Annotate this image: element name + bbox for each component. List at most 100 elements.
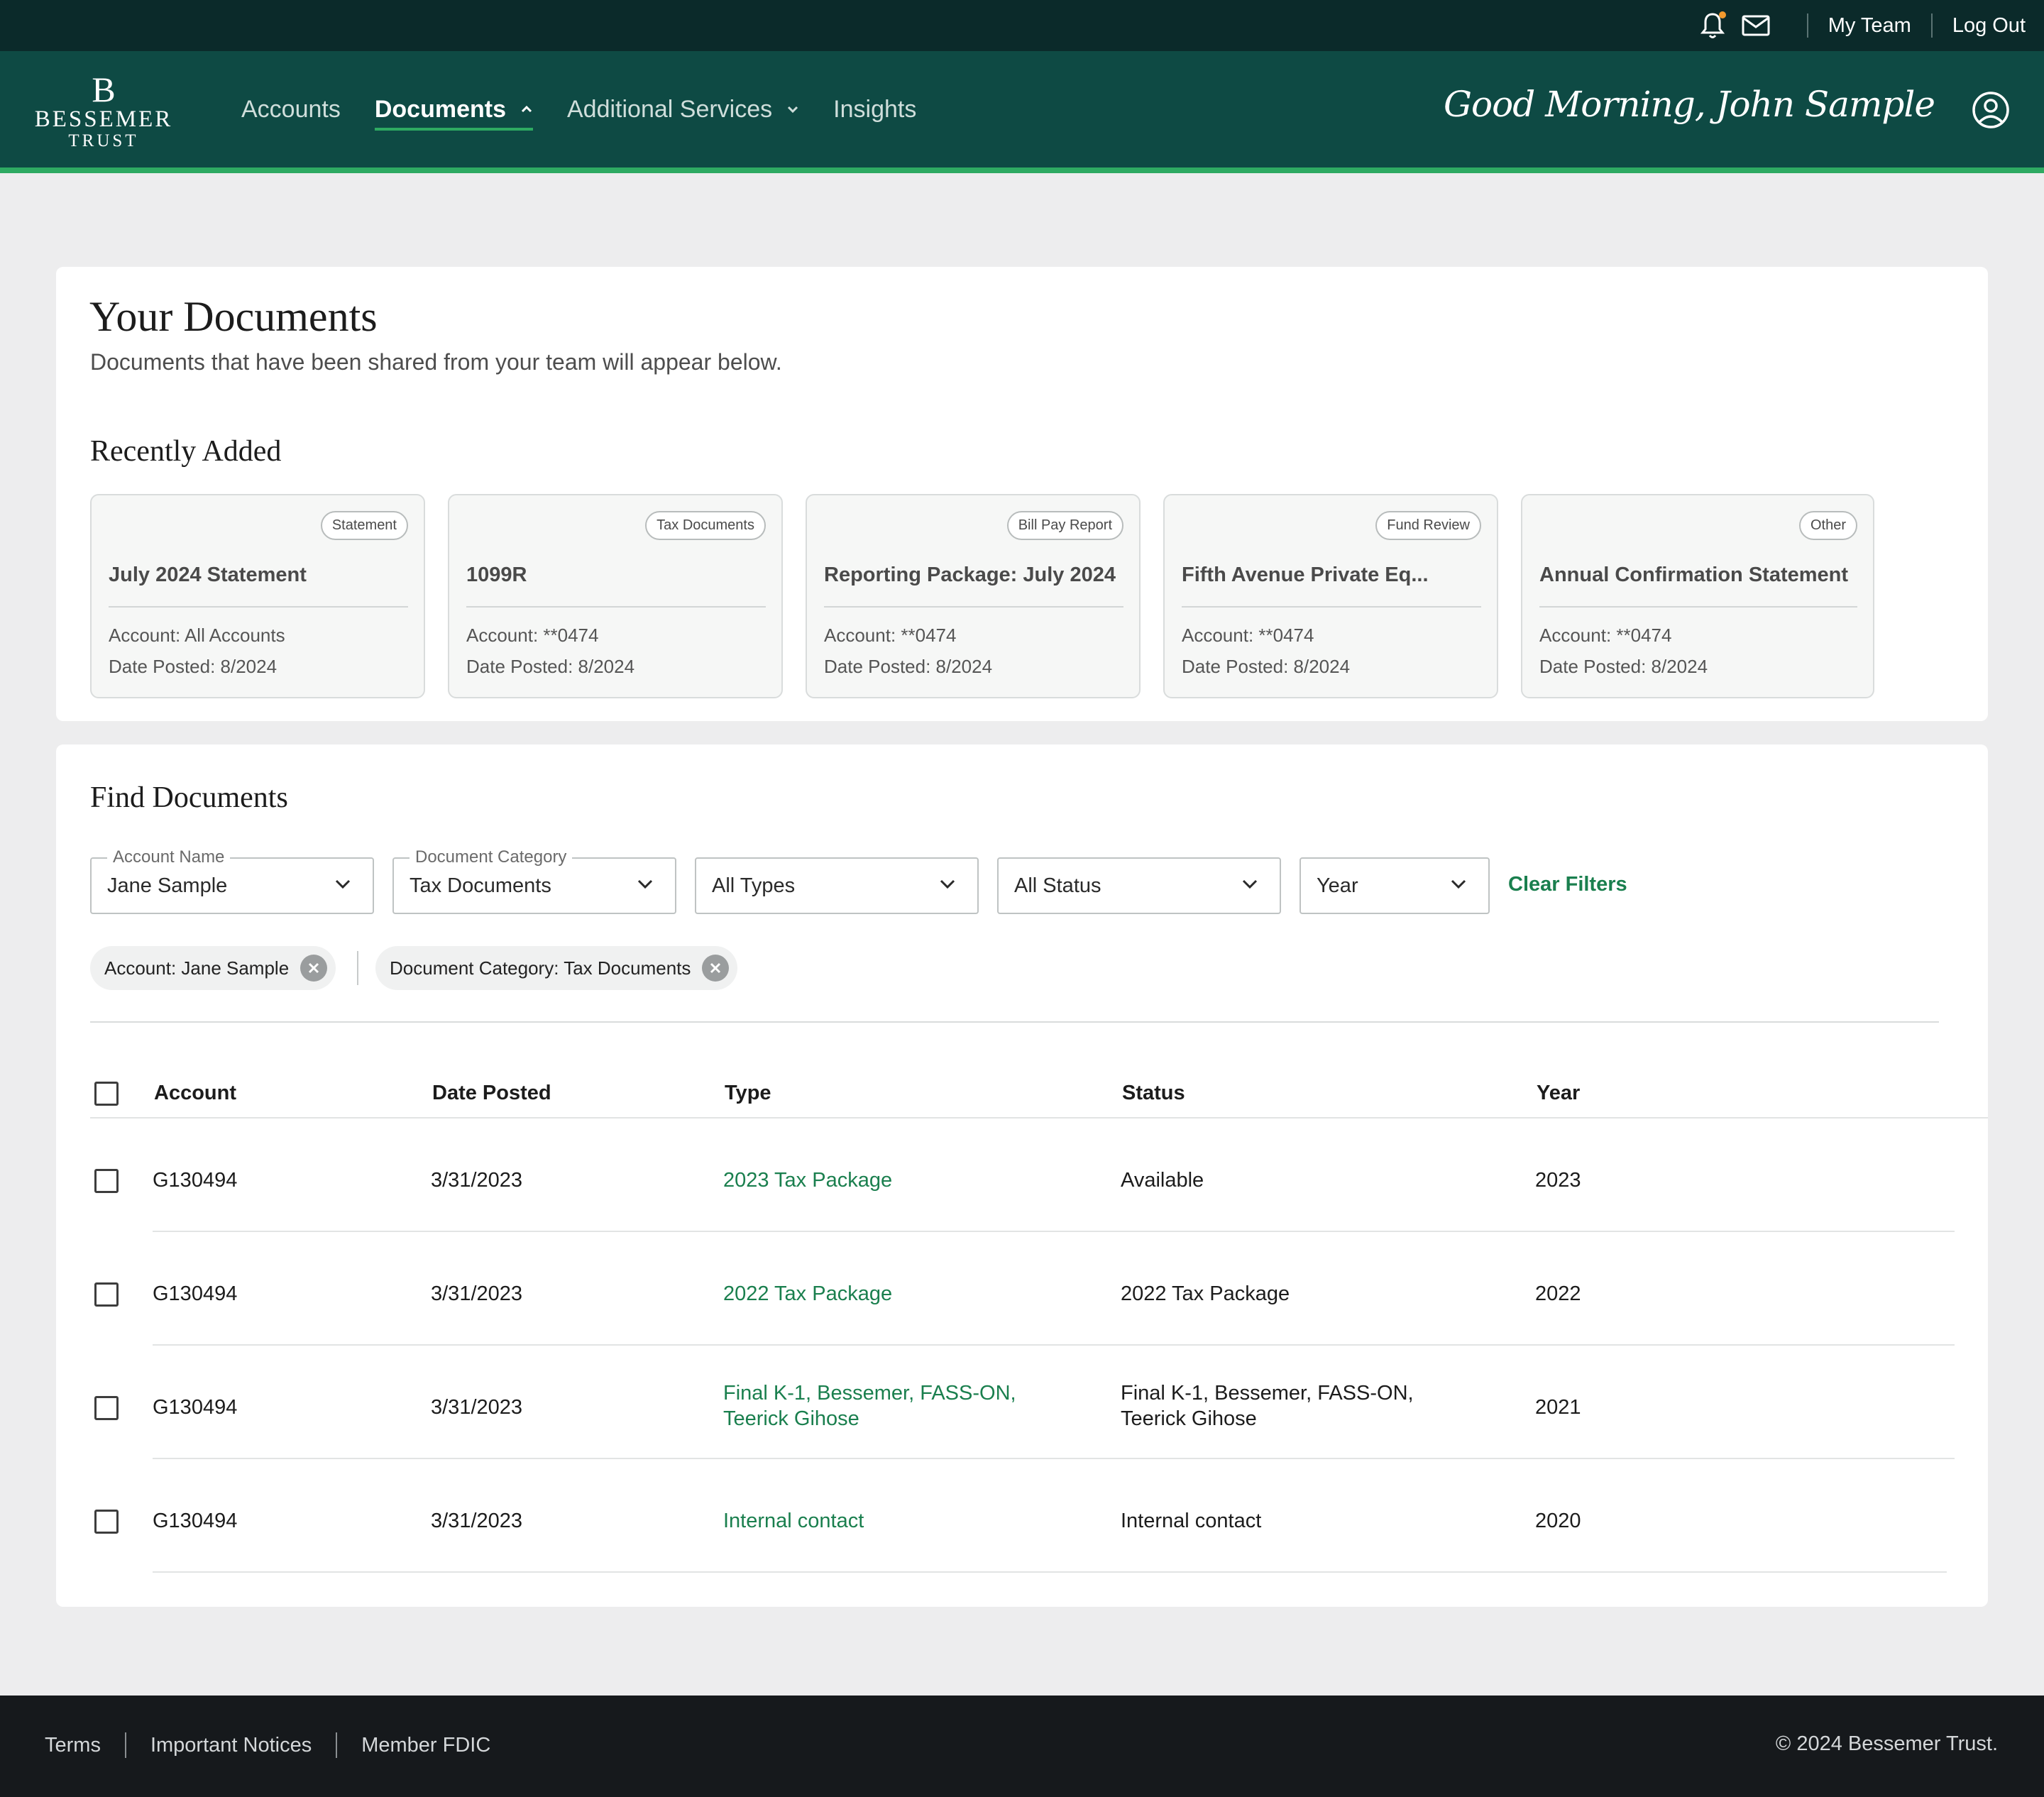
column-header-type[interactable]: Type (725, 1082, 771, 1105)
cell-year: 2023 (1535, 1169, 1581, 1192)
filter-label: Document Category (410, 847, 573, 867)
chevron-down-icon (1450, 879, 1467, 894)
recent-document-card[interactable]: Fund Review Fifth Avenue Private Eq... A… (1163, 494, 1498, 698)
nav-item-label: Documents (374, 95, 506, 123)
page-title: Your Documents (89, 293, 378, 340)
row-checkbox[interactable] (94, 1282, 119, 1307)
document-title: Reporting Package: July 2024 (824, 564, 1116, 586)
document-date: Date Posted: 8/2024 (466, 656, 635, 677)
cell-type-link[interactable]: Internal contact (723, 1508, 864, 1534)
footer-link-member-fdic[interactable]: Member FDIC (361, 1734, 490, 1757)
column-header-year[interactable]: Year (1537, 1082, 1580, 1105)
recently-added-cards: Statement July 2024 Statement Account: A… (90, 494, 1897, 698)
chevron-down-icon (637, 879, 654, 894)
card-divider (1539, 606, 1857, 608)
filter-label: Account Name (107, 847, 231, 867)
nav-item-insights[interactable]: Insights (833, 88, 916, 131)
footer-links: Terms Important Notices Member FDIC (45, 1732, 490, 1758)
document-title: July 2024 Statement (109, 564, 307, 586)
notification-dot (1718, 11, 1726, 18)
filter-value: Tax Documents (410, 874, 551, 897)
utility-separator (1930, 13, 1933, 38)
document-account: Account: **0474 (466, 625, 599, 646)
nav-item-additional-services[interactable]: Additional Services (567, 88, 799, 131)
category-badge: Fund Review (1375, 511, 1481, 540)
card-divider (1182, 606, 1481, 608)
footer: Terms Important Notices Member FDIC © 20… (0, 1696, 2044, 1797)
row-divider (153, 1571, 1947, 1573)
filter-value: All Types (712, 874, 796, 897)
my-team-link[interactable]: My Team (1828, 14, 1911, 38)
cell-type-link[interactable]: Final K-1, Bessemer, FASS-ON, Teerick Gi… (723, 1380, 1016, 1431)
clear-filters-button[interactable]: Clear Filters (1508, 873, 1627, 896)
footer-link-terms[interactable]: Terms (45, 1734, 101, 1757)
filter-value: All Status (1014, 874, 1101, 897)
year-select[interactable]: Year (1300, 857, 1490, 914)
cell-year: 2020 (1535, 1510, 1581, 1532)
document-date: Date Posted: 8/2024 (1182, 656, 1351, 677)
log-out-link[interactable]: Log Out (1952, 14, 2026, 38)
account-name-select[interactable]: Account Name Jane Sample (90, 847, 374, 914)
document-date: Date Posted: 8/2024 (1539, 656, 1708, 677)
logo-text-line2: TRUST (68, 131, 139, 150)
category-badge: Other (1798, 511, 1857, 540)
bessemer-trust-logo[interactable]: B BESSEMER TRUST (33, 72, 175, 150)
recent-document-card[interactable]: Other Annual Confirmation Statement Acco… (1521, 494, 1874, 698)
cell-status: Available (1121, 1169, 1204, 1192)
column-header-status[interactable]: Status (1122, 1082, 1185, 1105)
recent-document-card[interactable]: Statement July 2024 Statement Account: A… (90, 494, 425, 698)
recent-document-card[interactable]: Tax Documents 1099R Account: **0474 Date… (448, 494, 783, 698)
footer-link-important-notices[interactable]: Important Notices (150, 1734, 312, 1757)
category-badge: Statement (320, 511, 408, 540)
filter-chip-account: Account: Jane Sample (90, 946, 336, 990)
column-header-account[interactable]: Account (154, 1082, 236, 1105)
cell-type-link[interactable]: 2022 Tax Package (723, 1281, 892, 1307)
select-all-checkbox[interactable] (94, 1082, 119, 1106)
filter-value: Jane Sample (107, 874, 228, 897)
filter-chip-category: Document Category: Tax Documents (375, 946, 738, 990)
cell-status: 2022 Tax Package (1121, 1282, 1290, 1305)
cell-year: 2021 (1535, 1396, 1581, 1419)
document-category-select[interactable]: Document Category Tax Documents (392, 847, 676, 914)
document-account: Account: All Accounts (109, 625, 285, 646)
cell-type-line2: Teerick Gihose (723, 1407, 859, 1430)
document-account: Account: **0474 (824, 625, 957, 646)
chevron-down-icon (939, 879, 956, 894)
cell-date-posted: 3/31/2023 (431, 1396, 523, 1419)
cell-type-link[interactable]: 2023 Tax Package (723, 1167, 892, 1193)
footer-separator (336, 1732, 338, 1758)
cell-account: G130494 (153, 1510, 238, 1532)
close-icon[interactable] (702, 955, 730, 982)
cell-type-line1: Final K-1, Bessemer, FASS-ON, (723, 1382, 1016, 1405)
category-badge: Tax Documents (645, 511, 766, 540)
recent-document-card[interactable]: Bill Pay Report Reporting Package: July … (806, 494, 1141, 698)
main-navigation: B BESSEMER TRUST Accounts Documents Addi… (0, 51, 2044, 173)
row-checkbox[interactable] (94, 1510, 119, 1534)
cell-date-posted: 3/31/2023 (431, 1282, 523, 1305)
chip-label: Account: Jane Sample (104, 957, 290, 979)
row-divider (153, 1458, 1955, 1459)
types-select[interactable]: All Types (695, 857, 979, 914)
chip-separator (357, 951, 358, 985)
nav-item-documents[interactable]: Documents (374, 88, 534, 131)
nav-item-label: Additional Services (567, 95, 773, 123)
document-title: Fifth Avenue Private Eq... (1182, 564, 1429, 586)
row-checkbox[interactable] (94, 1169, 119, 1193)
logo-mark: B (92, 70, 116, 109)
column-header-date-posted[interactable]: Date Posted (432, 1082, 551, 1105)
chevron-down-icon (786, 105, 799, 114)
document-title: Annual Confirmation Statement (1539, 564, 1849, 586)
bell-icon[interactable] (1700, 11, 1726, 40)
nav-item-accounts[interactable]: Accounts (241, 88, 341, 131)
close-icon[interactable] (300, 955, 328, 982)
footer-separator (124, 1732, 126, 1758)
mail-icon[interactable] (1742, 15, 1770, 36)
recently-added-title: Recently Added (90, 435, 282, 468)
row-checkbox[interactable] (94, 1396, 119, 1420)
row-divider (153, 1231, 1955, 1232)
cell-year: 2022 (1535, 1282, 1581, 1305)
nav-items: Accounts Documents Additional Services I… (241, 51, 950, 167)
status-select[interactable]: All Status (997, 857, 1281, 914)
user-circle-icon[interactable] (1972, 91, 2010, 133)
document-date: Date Posted: 8/2024 (824, 656, 993, 677)
